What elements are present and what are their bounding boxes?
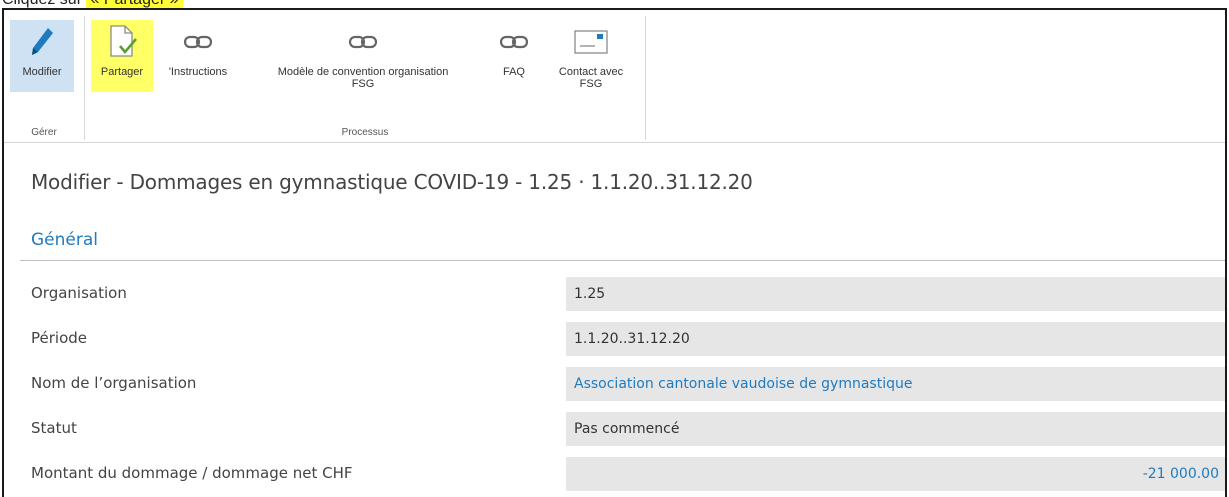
- organisation-name-link[interactable]: Association cantonale vaudoise de gymnas…: [566, 367, 1225, 401]
- partager-label: Partager: [100, 66, 144, 78]
- field-nom-organisation: Nom de l’organisation Association canton…: [20, 362, 1225, 406]
- field-organisation: Organisation 1.25: [20, 272, 1225, 316]
- section-header-general[interactable]: Général: [31, 230, 98, 250]
- field-value: Pas commencé: [566, 412, 1225, 446]
- contact-fsg-button[interactable]: Contact avec FSG: [543, 20, 639, 92]
- group-label-gerer: Gérer: [31, 127, 57, 138]
- instructions-label: 'Instructions: [168, 66, 228, 78]
- ribbon-divider: [645, 16, 646, 140]
- modele-convention-button[interactable]: Modèle de convention organisation FSG: [241, 20, 485, 92]
- caption-highlight: « Partager »: [86, 0, 183, 8]
- modele-convention-label-line1: Modèle de convention organisation: [277, 66, 449, 78]
- field-value: 1.1.20..31.12.20: [566, 322, 1225, 356]
- contact-card-icon: [573, 22, 609, 62]
- field-statut: Statut Pas commencé: [20, 407, 1225, 451]
- contact-fsg-label: Contact avec FSG: [559, 66, 623, 90]
- field-value: 1.25: [566, 277, 1225, 311]
- caption-prefix: Cliquez sur: [2, 0, 86, 8]
- field-label: Organisation: [31, 284, 127, 302]
- link-icon: [499, 22, 529, 62]
- field-montant-dommage: Montant du dommage / dommage net CHF -21…: [20, 452, 1225, 496]
- share-document-icon: [107, 22, 137, 62]
- link-icon: [183, 22, 213, 62]
- instruction-caption: Cliquez sur « Partager »: [0, 0, 1229, 8]
- app-window: Modifier Gérer Partager 'Instructions Mo…: [2, 8, 1227, 497]
- contact-fsg-label-line1: Contact avec: [558, 66, 624, 78]
- faq-label: FAQ: [502, 66, 525, 78]
- field-label: Statut: [31, 419, 77, 437]
- modifier-label: Modifier: [22, 66, 62, 78]
- page-title: Modifier - Dommages en gymnastique COVID…: [31, 170, 753, 194]
- field-periode: Période 1.1.20..31.12.20: [20, 317, 1225, 361]
- modele-convention-label-line2: FSG: [351, 78, 375, 90]
- contact-fsg-label-line2: FSG: [579, 78, 603, 90]
- field-label: Nom de l’organisation: [31, 374, 197, 392]
- field-label: Période: [31, 329, 88, 347]
- instructions-button[interactable]: 'Instructions: [157, 20, 239, 92]
- group-label-processus: Processus: [341, 127, 389, 138]
- ribbon-group-gerer: Modifier Gérer: [4, 10, 84, 141]
- link-icon: [348, 22, 378, 62]
- modele-convention-label: Modèle de convention organisation FSG: [278, 66, 449, 90]
- ribbon-group-processus: Partager 'Instructions Modèle de convent…: [85, 10, 645, 141]
- partager-button[interactable]: Partager: [91, 20, 153, 92]
- amount-value[interactable]: -21 000.00: [566, 457, 1225, 491]
- field-label: Montant du dommage / dommage net CHF: [31, 464, 353, 482]
- section-divider: [20, 260, 1225, 261]
- pencil-icon: [29, 22, 55, 62]
- faq-button[interactable]: FAQ: [489, 20, 539, 92]
- ribbon: Modifier Gérer Partager 'Instructions Mo…: [4, 10, 1225, 143]
- modifier-button[interactable]: Modifier: [10, 20, 74, 92]
